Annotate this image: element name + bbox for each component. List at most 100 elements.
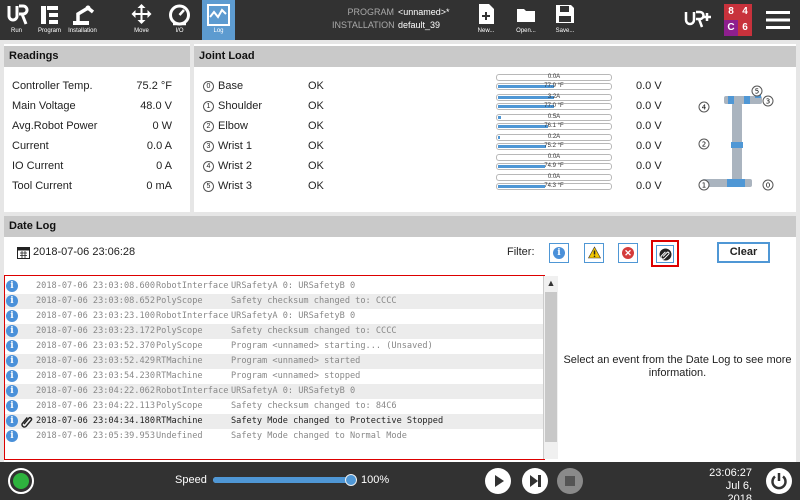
installation-key: INSTALLATION xyxy=(332,20,395,30)
speed-value: 100% xyxy=(361,474,390,486)
nav-program-label: Program xyxy=(37,28,61,34)
filter-warning-button[interactable] xyxy=(584,243,604,263)
log-list[interactable]: i 2018-07-06 23:03:08.600 RobotInterface UR… xyxy=(4,275,545,460)
info-icon: i xyxy=(553,247,565,259)
paperclip-icon xyxy=(21,416,33,428)
new-file-button[interactable]: New... xyxy=(467,3,505,39)
log-message: Safety Mode changed to Normal Mode xyxy=(231,431,407,441)
stop-button[interactable] xyxy=(557,468,583,494)
joint-voltage: 0.0 V xyxy=(636,120,662,132)
log-entry[interactable]: i 2018-07-06 23:03:08.600 RobotInterface UR… xyxy=(5,279,544,294)
joint-name: Wrist 1 xyxy=(218,140,253,152)
log-entry[interactable]: i 2018-07-06 23:03:52.429 RTMachine Program… xyxy=(5,354,544,369)
event-detail-text: Select an event from the Date Log to see… xyxy=(563,354,792,379)
log-time: 2018-07-06 23:04:34.180 xyxy=(36,416,155,426)
nav-move-label: Move xyxy=(134,28,149,34)
info-icon: i xyxy=(6,400,18,412)
nav-log-label: Log xyxy=(213,28,224,34)
joint-current-bar: 0.2A xyxy=(496,134,612,141)
program-icon xyxy=(41,6,58,24)
filter-attachment-button[interactable] xyxy=(651,240,679,267)
log-entry[interactable]: i 2018-07-06 23:04:34.180 RTMachine Safety … xyxy=(5,414,544,429)
filter-info-button[interactable]: i xyxy=(549,243,569,263)
clear-button[interactable]: Clear xyxy=(717,242,770,263)
filter-label: Filter: xyxy=(507,246,535,258)
program-value: <unnamed>* xyxy=(398,7,450,17)
joint-current: 0.2A xyxy=(547,134,561,140)
log-entry[interactable]: i 2018-07-06 23:03:52.370 PolyScope Program… xyxy=(5,339,544,354)
log-entry[interactable]: i 2018-07-06 23:04:22.062 RobotInterface UR… xyxy=(5,384,544,399)
joint-temp-bar: 74.3 °F xyxy=(496,183,612,190)
joint-name: Elbow xyxy=(218,120,248,132)
hamburger-menu-icon[interactable] xyxy=(766,9,790,31)
joint-meter: 0.2A 75.2 °F xyxy=(496,134,612,155)
joint-row: 5 Wrist 3 OK 0.0A 74.3 °F 0.0 V xyxy=(203,174,683,198)
joint-number: 3 xyxy=(203,141,214,152)
scroll-thumb[interactable] xyxy=(545,292,557,442)
reading-label: Tool Current xyxy=(12,180,72,192)
log-entry[interactable]: i 2018-07-06 23:03:23.172 PolyScope Safety … xyxy=(5,324,544,339)
log-source: RobotInterface xyxy=(156,281,229,291)
joint-temp: 75.2 °F xyxy=(544,143,564,149)
info-icon: i xyxy=(6,340,18,352)
ur-logo-icon xyxy=(7,4,29,25)
power-icon xyxy=(771,473,787,490)
log-entry[interactable]: i 2018-07-06 23:05:39.953 Undefined Safety … xyxy=(5,429,544,444)
log-entry[interactable]: i 2018-07-06 23:04:22.113 PolyScope Safety … xyxy=(5,399,544,414)
joint-voltage: 0.0 V xyxy=(636,160,662,172)
log-source: PolyScope xyxy=(156,296,203,306)
joint-name: Wrist 2 xyxy=(218,160,253,172)
info-icon: i xyxy=(6,295,18,307)
log-source: PolyScope xyxy=(156,326,203,336)
robot-status-indicator[interactable] xyxy=(8,468,34,494)
joint-temp: 77.9 °F xyxy=(544,83,564,89)
nav-move-button[interactable]: Move xyxy=(125,0,158,40)
save-file-button[interactable]: Save... xyxy=(546,3,584,39)
log-entry[interactable]: i 2018-07-06 23:03:54.230 RTMachine Program… xyxy=(5,369,544,384)
speed-slider[interactable] xyxy=(213,477,353,483)
robot-arm-icon xyxy=(73,5,95,25)
program-info: PROGRAM <unnamed>* INSTALLATION default_39 xyxy=(332,6,450,32)
log-source: PolyScope xyxy=(156,341,203,351)
log-scrollbar[interactable]: ▲ xyxy=(543,276,558,459)
clock-date: Jul 6, 2018 xyxy=(725,480,752,500)
nav-log-button[interactable]: Log xyxy=(202,0,235,40)
top-bar: Run Program Installation Move I/O Log PR… xyxy=(0,0,800,40)
clock-time: 23:06:27 xyxy=(709,467,752,479)
log-entry[interactable]: i 2018-07-06 23:03:23.100 RobotInterface UR… xyxy=(5,309,544,324)
open-file-button[interactable]: Open... xyxy=(507,3,545,39)
nav-io-button[interactable]: I/O xyxy=(163,0,196,40)
reading-value: 0 W xyxy=(152,120,172,132)
reading-label: Controller Temp. xyxy=(12,80,93,92)
joint-meter: 0.5A 76.1 °F xyxy=(496,114,612,135)
save-disk-icon xyxy=(556,5,574,23)
reading-label: Avg.Robot Power xyxy=(12,120,98,132)
filter-error-button[interactable]: ✕ xyxy=(618,243,638,263)
joint-current: 0.0A xyxy=(547,174,561,180)
status-grid[interactable]: 8 4 C 6 xyxy=(724,4,752,36)
nav-program-button[interactable]: Program xyxy=(33,0,66,40)
info-icon: i xyxy=(6,280,18,292)
info-icon: i xyxy=(6,430,18,442)
ur-plus-icon[interactable] xyxy=(684,9,712,29)
joint-temp-bar: 75.2 °F xyxy=(496,143,612,150)
log-time: 2018-07-06 23:03:52.370 xyxy=(36,341,155,351)
play-button[interactable] xyxy=(485,468,511,494)
nav-installation-label: Installation xyxy=(68,28,97,34)
joint-meter: 0.0A 74.3 °F xyxy=(496,174,612,195)
scroll-up-arrow-icon[interactable]: ▲ xyxy=(544,276,558,290)
robot-joint-label: 1 xyxy=(702,182,706,190)
info-icon: i xyxy=(6,415,18,427)
log-source: RTMachine xyxy=(156,371,203,381)
nav-run-button[interactable]: Run xyxy=(0,0,33,40)
joint-meter: 0.0A 74.9 °F xyxy=(496,154,612,175)
nav-installation-button[interactable]: Installation xyxy=(66,0,99,40)
step-button[interactable] xyxy=(522,468,548,494)
log-time: 2018-07-06 23:03:23.100 xyxy=(36,311,155,321)
log-source: PolyScope xyxy=(156,401,203,411)
joint-temp-bar: 74.9 °F xyxy=(496,163,612,170)
log-entry[interactable]: i 2018-07-06 23:03:08.652 PolyScope Safety … xyxy=(5,294,544,309)
speed-slider-handle[interactable] xyxy=(345,474,357,486)
power-button[interactable] xyxy=(766,468,792,494)
reading-value: 48.0 V xyxy=(140,100,172,112)
